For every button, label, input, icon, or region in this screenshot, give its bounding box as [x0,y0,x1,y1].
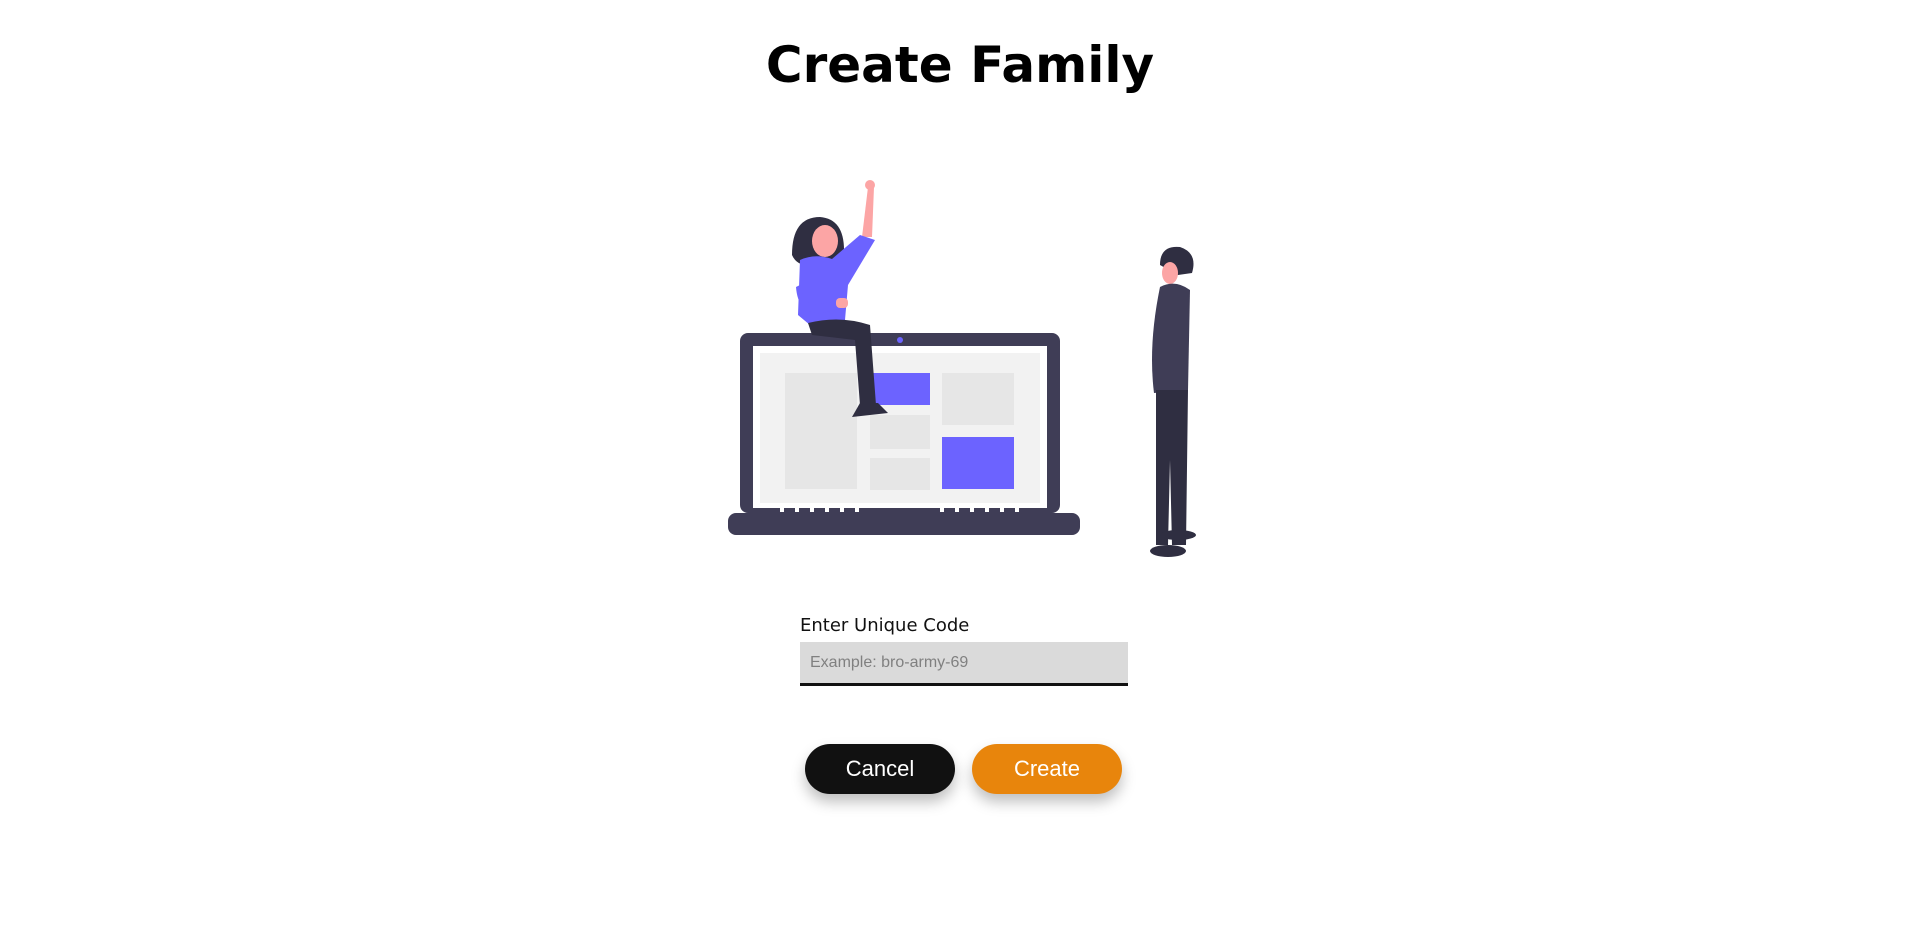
people-laptop-illustration [728,180,1196,557]
create-button[interactable]: Create [972,744,1122,794]
unique-code-input[interactable] [800,642,1128,686]
unique-code-form: Enter Unique Code [800,614,1128,686]
unique-code-label: Enter Unique Code [800,615,970,636]
page-title: Create Family [765,36,1155,94]
cancel-button[interactable]: Cancel [805,744,955,794]
